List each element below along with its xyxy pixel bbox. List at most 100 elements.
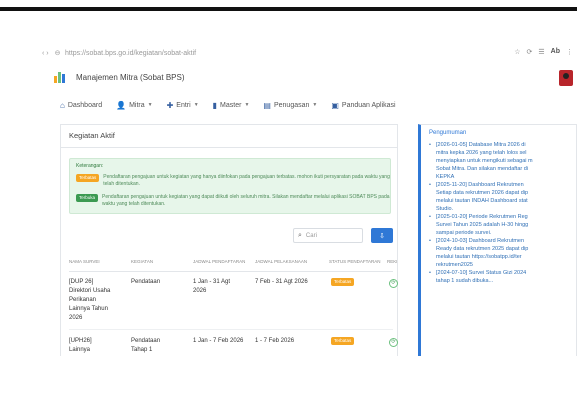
announcement-line: mitra kepka 2026 yang telah lolos sel <box>436 150 527 156</box>
announcement-line: sampai periode survei. <box>436 230 492 236</box>
reader-icon[interactable]: Ab <box>551 48 560 56</box>
lock-icon: ⊖ <box>54 50 61 57</box>
announcements-title: Pengumuman <box>429 130 467 136</box>
nav-label: Penugasan <box>273 101 310 109</box>
th-nama-survei[interactable]: NAMA SURVEI <box>69 259 100 264</box>
notice-text: Pendaftaran pengajuan untuk kegiatan yan… <box>102 194 390 207</box>
cell-nama-survei[interactable]: [UPH26] Lainnya <box>69 337 127 355</box>
nav-label: Entri <box>176 101 191 109</box>
main-nav: ⌂ Dashboard 👤 Mitra ▼ ✚ Entri ▼ ▮ Master ▼ ▤ Penugas… <box>38 96 577 114</box>
chevron-down-icon: ▼ <box>244 102 250 108</box>
th-jadwal-pelaksanaan[interactable]: JADWAL PELAKSANAAN <box>255 259 307 264</box>
cell-kegiatan: Pendataan <box>131 279 161 285</box>
announcement-line: rekrutmen2025 <box>436 262 473 268</box>
announcement-line: KEPKA <box>436 174 455 180</box>
refresh-icon[interactable]: ⟳ <box>527 48 533 56</box>
assignment-icon: ▤ <box>263 100 271 110</box>
kegiatan-line: Tahap 1 <box>131 347 153 353</box>
register-action-icon[interactable]: ⟳ <box>389 338 398 347</box>
home-icon: ⌂ <box>60 100 65 110</box>
nav-item-master[interactable]: ▮ Master ▼ <box>213 101 250 110</box>
notice-text: Pendaftaran pengajuan untuk kegiatan yan… <box>103 174 390 187</box>
kegiatan-line: Pendataan <box>131 338 161 344</box>
nav-arrows-icon[interactable]: ‹ › <box>42 50 49 57</box>
download-icon: ⇩ <box>379 232 385 240</box>
announcement-line: Ready data rekrutmen 2025 dapat dip <box>436 246 529 252</box>
user-avatar[interactable] <box>559 70 573 86</box>
terbatas-badge: Terbatas <box>76 174 100 182</box>
notice-row-terbatas: Terbatas Pendaftaran pengajuan untuk keg… <box>76 174 390 188</box>
th-rekrutmen[interactable]: REKRUTMEN <box>387 259 397 264</box>
cell-action: ⟳ <box>389 338 398 347</box>
name-line: [UPH26] <box>69 338 92 344</box>
cell-jadwal-pelaksanaan: 1 - 7 Feb 2026 <box>255 338 295 344</box>
nav-item-dashboard[interactable]: ⌂ Dashboard <box>60 101 102 110</box>
announcement-item[interactable]: [2026-01-05] Database Mitra 2026 di <box>429 141 576 149</box>
th-status-pendaftaran[interactable]: STATUS PENDAFTARAN <box>329 259 381 264</box>
nav-label: Mitra <box>129 101 145 109</box>
menu-icon[interactable]: ☰ <box>538 48 544 56</box>
cell-nama-survei[interactable]: [DUP 26] Direktori Usaha Perikanan Lainn… <box>69 278 127 323</box>
cell-status: Terbatas <box>331 278 355 287</box>
cell-kegiatan: Pendataan Tahap 1 <box>131 337 160 355</box>
date-line: 1 Jan - 31 Agt <box>193 279 231 285</box>
name-line: [DUP 26] <box>69 279 94 285</box>
search-icon: ⌕ <box>298 231 302 239</box>
announcement-item[interactable]: [2024-10-03] Dashboard Rekrutmen <box>429 237 576 245</box>
chevron-down-icon: ▼ <box>193 102 199 108</box>
terbuka-badge: Terbuka <box>76 194 99 202</box>
cell-jadwal-pendaftaran: 1 Jan - 31 Agt 2026 <box>193 278 230 296</box>
cell-action: ⟳ <box>389 279 398 288</box>
download-button[interactable]: ⇩ <box>371 228 393 243</box>
name-line: Lainnya <box>69 347 91 353</box>
app-frame: ‹ › ⊖ https://sobat.bps.go.id/kegiatan/s… <box>38 44 577 356</box>
chevron-down-icon: ▼ <box>312 102 318 108</box>
browser-address-bar[interactable]: ‹ › ⊖ https://sobat.bps.go.id/kegiatan/s… <box>38 44 577 62</box>
search-input[interactable]: ⌕ Cari <box>293 228 363 243</box>
name-line: Perikanan <box>69 297 97 303</box>
announcement-item[interactable]: [2025-01-20] Periode Rekrutmen Reg <box>429 213 576 221</box>
announcement-line: tahap 1 sudah dibuka... <box>436 278 494 284</box>
app-header: Manajemen Mitra (Sobat BPS) <box>38 66 577 88</box>
search-placeholder: Cari <box>305 232 317 239</box>
cell-jadwal-pendaftaran: 1 Jan - 7 Feb 2026 <box>193 338 244 344</box>
url-text[interactable]: https://sobat.bps.go.id/kegiatan/sobat-a… <box>65 50 196 57</box>
more-icon[interactable]: ⋮ <box>566 48 573 56</box>
bookmark-icon[interactable]: ☆ <box>514 48 520 56</box>
notice-heading: Keterangan: <box>76 163 104 169</box>
nav-item-entri[interactable]: ✚ Entri ▼ <box>167 101 199 110</box>
announcement-item[interactable]: [2024-07-10] Survei Status Gizi 2024 <box>429 269 576 277</box>
nav-label: Master <box>220 101 242 109</box>
cell-jadwal-pelaksanaan: 7 Feb - 31 Agt 2026 <box>255 279 308 285</box>
nav-item-panduan-aplikasi[interactable]: ▣ Panduan Aplikasi <box>331 101 395 110</box>
announcement-line: menyiapkan untuk mengikuti sebagai m <box>436 158 533 164</box>
th-kegiatan[interactable]: KEGIATAN <box>131 259 153 264</box>
notice-row-terbuka: Terbuka Pendaftaran pengajuan untuk kegi… <box>76 194 390 208</box>
database-icon: ▮ <box>212 100 218 110</box>
app-title[interactable]: Manajemen Mitra (Sobat BPS) <box>76 73 185 82</box>
announcements-list: [2026-01-05] Database Mitra 2026 dimitra… <box>429 141 576 285</box>
cell-status: Terbatas <box>331 337 355 346</box>
nav-label: Dashboard <box>67 101 103 109</box>
divider <box>69 329 393 330</box>
register-action-icon[interactable]: ⟳ <box>389 279 398 288</box>
name-line: 2026 <box>69 315 83 321</box>
announcement-line: Sobat Mitra. Dan silakan mendaftar di <box>436 166 529 172</box>
announcement-line: Setiap data rekrutmen 2026 dapat dip <box>436 190 529 196</box>
status-badge: Terbatas <box>331 337 355 345</box>
bps-logo-icon[interactable] <box>54 71 66 83</box>
nav-item-penugasan[interactable]: ▤ Penugasan ▼ <box>263 101 317 110</box>
table-header: NAMA SURVEI KEGIATAN JADWAL PENDAFTARAN … <box>69 259 397 269</box>
status-badge: Terbatas <box>331 278 355 286</box>
th-jadwal-pendaftaran[interactable]: JADWAL PENDAFTARAN <box>193 259 245 264</box>
browser-tools: ☆ ⟳ ☰ Ab ⋮ <box>514 48 573 56</box>
announcement-item[interactable]: [2025-11-20] Dashboard Rekrutmen <box>429 181 576 189</box>
name-line: Lainnya Tahun <box>69 306 108 312</box>
guide-icon: ▣ <box>331 100 339 110</box>
nav-label: Panduan Aplikasi <box>341 101 396 109</box>
nav-item-mitra[interactable]: 👤 Mitra ▼ <box>116 101 152 110</box>
chevron-down-icon: ▼ <box>147 102 153 108</box>
card-title: Kegiatan Aktif <box>69 131 115 140</box>
announcement-line: Studio. <box>436 206 454 212</box>
name-line: Direktori Usaha <box>69 288 111 294</box>
